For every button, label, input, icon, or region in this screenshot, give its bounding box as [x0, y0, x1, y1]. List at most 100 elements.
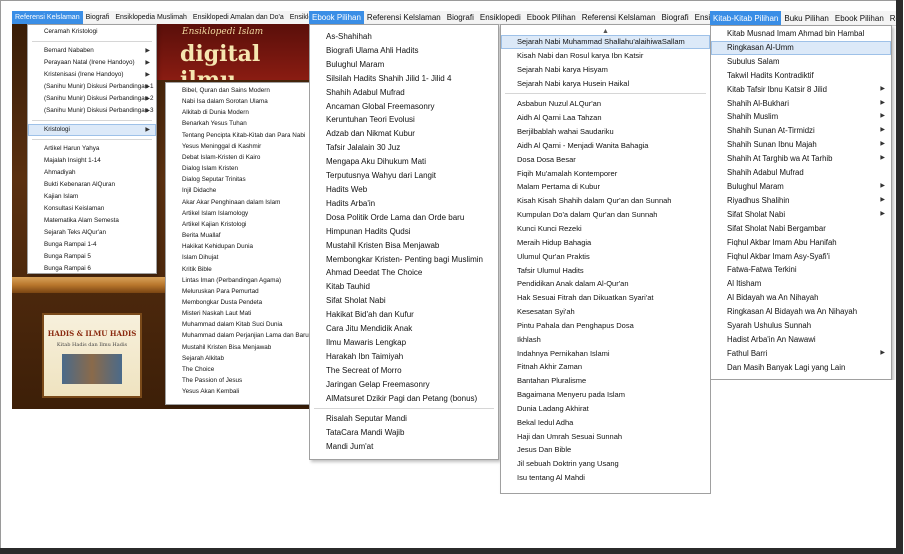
- menu-item-shahih-adabul-mufrad[interactable]: Shahih Adabul Mufrad: [711, 166, 891, 180]
- menu-item-indahnya-pernikahan-islami[interactable]: Indahnya Pernikahan Islami: [501, 347, 710, 361]
- menu-item-cara-jitu-mendidik-anak[interactable]: Cara Jitu Mendidik Anak: [310, 322, 498, 336]
- menubar-item-ensiklopedi-amalan-dan-do-a[interactable]: Ensiklopedi Amalan dan Do'a: [190, 11, 287, 24]
- menu-item-bukti-kebenaran-alquran[interactable]: Bukti Kebenaran AlQuran: [28, 179, 156, 191]
- menu-item-akar-akar-penghinaan-dalam-islam[interactable]: Akar Akar Penghinaan dalam Islam: [166, 197, 309, 208]
- menu-item-fathul-barri[interactable]: Fathul Barri ▶: [711, 347, 891, 361]
- menu-item-berjilbablah-wahai-saudariku[interactable]: Berjilbablah wahai Saudariku: [501, 125, 710, 139]
- menu-item-malam-pertama-di-kubur[interactable]: Malam Pertama di Kubur: [501, 180, 710, 194]
- menu-item-dosa-dosa-besar[interactable]: Dosa Dosa Besar: [501, 153, 710, 167]
- menu-item-terputusnya-wahyu-dari-langit[interactable]: Terputusnya Wahyu dari Langit: [310, 169, 498, 183]
- menubar-item-biografi[interactable]: Biografi: [83, 11, 113, 24]
- menu-item-mandi-jum-at[interactable]: Mandi Jum'at: [310, 440, 498, 454]
- menu-item-mustahil-kristen-bisa-menjawab[interactable]: Mustahil Kristen Bisa Menjawab: [310, 239, 498, 253]
- menu-item-al-itisham[interactable]: Al Itisham: [711, 277, 891, 291]
- menu-item-kristenisasi-irene-handoyo[interactable]: Kristenisasi (Irene Handoyo) ▶: [28, 69, 156, 81]
- menu-item-bantahan-pluralisme[interactable]: Bantahan Pluralisme: [501, 374, 710, 388]
- menu-item-jaringan-gelap-freemasonry[interactable]: Jaringan Gelap Freemasonry: [310, 378, 498, 392]
- menu-item-himpunan-hadits-qudsi[interactable]: Himpunan Hadits Qudsi: [310, 225, 498, 239]
- menu-item-dosa-politik-orde-lama-dan-orde-baru[interactable]: Dosa Politik Orde Lama dan Orde baru: [310, 211, 498, 225]
- menu-item-berita-muallaf[interactable]: Berita Muallaf: [166, 230, 309, 241]
- menu-item-meraih-hidup-bahagia[interactable]: Meraih Hidup Bahagia: [501, 236, 710, 250]
- menu-item-jesus-dan-bible[interactable]: Jesus Dan Bible: [501, 443, 710, 457]
- menu-item-misteri-naskah-laut-mati[interactable]: Misteri Naskah Laut Mati: [166, 308, 309, 319]
- menubar-item-ebook-pilihan[interactable]: Ebook Pilihan: [832, 11, 887, 25]
- menu-item-harakah-ibn-taimiyah[interactable]: Harakah Ibn Taimiyah: [310, 350, 498, 364]
- menu-item-tatacara-mandi-wajib[interactable]: TataCara Mandi Wajib: [310, 426, 498, 440]
- menu-item-yesus-meninggal-di-kashmir[interactable]: Yesus Meninggal di Kashmir: [166, 141, 309, 152]
- menu-item-nabi-isa-dalam-sorotan-ulama[interactable]: Nabi Isa dalam Sorotan Ulama: [166, 96, 309, 107]
- menu-item-kitab-musnad-imam-ahmad-bin-hambal[interactable]: Kitab Musnad Imam Ahmad bin Hambal: [711, 27, 891, 41]
- menu-item-bulughul-maram[interactable]: Bulughul Maram: [310, 58, 498, 72]
- menu-item-mengapa-aku-dihukum-mati[interactable]: Mengapa Aku Dihukum Mati: [310, 155, 498, 169]
- menu-item-hakikat-kehidupan-dunia[interactable]: Hakikat Kehidupan Dunia: [166, 241, 309, 252]
- menu-item-ancaman-global-freemasonry[interactable]: Ancaman Global Freemasonry: [310, 100, 498, 114]
- menu-item-sanihu-munir-diskusi-perbandingan-3[interactable]: (Sanihu Munir) Diskusi Perbandingan 3 ▶: [28, 105, 156, 117]
- menu-item-fiqih-mu-amalah-kontemporer[interactable]: Fiqih Mu'amalah Kontemporer: [501, 167, 710, 181]
- menu-item-sejarah-teks-alqur-an[interactable]: Sejarah Teks AlQur'an: [28, 227, 156, 239]
- menu-item-sifat-sholat-nabi[interactable]: Sifat Sholat Nabi ▶: [711, 208, 891, 222]
- menu-item-shahih-at-targhib-wa-at-tarhib[interactable]: Shahih At Targhib wa At Tarhib ▶: [711, 152, 891, 166]
- menubar-item-buku-pilihan[interactable]: Buku Pilihan: [781, 11, 831, 25]
- menu-item-debat-islam-kristen-di-kairo[interactable]: Debat Islam-Kristen di Kairo: [166, 152, 309, 163]
- menu-item-shahih-sunan-ibnu-majah[interactable]: Shahih Sunan Ibnu Majah ▶: [711, 138, 891, 152]
- menu-item-kunci-kunci-rezeki[interactable]: Kunci Kunci Rezeki: [501, 222, 710, 236]
- menu-item-biografi-ulama-ahli-hadits[interactable]: Biografi Ulama Ahli Hadits: [310, 44, 498, 58]
- menu-item-mustahil-kristen-bisa-menjawab[interactable]: Mustahil Kristen Bisa Menjawab: [166, 342, 309, 353]
- menu-item-pendidikan-anak-dalam-al-qur-an[interactable]: Pendidikan Anak dalam Al-Qur'an: [501, 277, 710, 291]
- menu-item-benarkah-yesus-tuhan[interactable]: Benarkah Yesus Tuhan: [166, 118, 309, 129]
- menu-item-fitnah-akhir-zaman[interactable]: Fitnah Akhir Zaman: [501, 360, 710, 374]
- menu-item-al-bidayah-wa-an-nihayah[interactable]: Al Bidayah wa An Nihayah: [711, 291, 891, 305]
- menu-item-silsilah-hadits-shahih-jilid-1-jilid-4[interactable]: Silsilah Hadits Shahih Jilid 1- Jilid 4: [310, 72, 498, 86]
- menu-item-konsultasi-keislaman[interactable]: Konsultasi Keislaman: [28, 203, 156, 215]
- menu-item-ahmadiyah[interactable]: Ahmadiyah: [28, 167, 156, 179]
- menu-item-bernard-nababen[interactable]: Bernard Nababen ▶: [28, 45, 156, 57]
- menu-item-ahmad-deedat-the-choice[interactable]: Ahmad Deedat The Choice: [310, 266, 498, 280]
- menu-item-kumpulan-do-a-dalam-qur-an-dan-sunnah[interactable]: Kumpulan Do'a dalam Qur'an dan Sunnah: [501, 208, 710, 222]
- menubar-item-kitab-kitab-pilihan[interactable]: Kitab-Kitab Pilihan: [710, 11, 782, 25]
- menu-item-sifat-sholat-nabi-bergambar[interactable]: Sifat Sholat Nabi Bergambar: [711, 222, 891, 236]
- menu-item-islam-dihujat[interactable]: Islam Dihujat: [166, 252, 309, 263]
- menu-item-bibel-quran-dan-sains-modern[interactable]: Bibel, Quran dan Sains Modern: [166, 85, 309, 96]
- menu-item-asbabun-nuzul-alqur-an[interactable]: Asbabun Nuzul ALQur'an: [501, 97, 710, 111]
- menubar-item-ensiklopedia-mu[interactable]: Ensiklopedia Mu: [692, 11, 711, 24]
- menu-item-kisah-kisah-shahih-dalam-qur-an-dan-sunn[interactable]: Kisah Kisah Shahih dalam Qur'an dan Sunn…: [501, 194, 710, 208]
- menu-item-artikel-islam-islamology[interactable]: Artikel Islam Islamology: [166, 208, 309, 219]
- menu-item-muhammad-dalam-kitab-suci-dunia[interactable]: Muhammad dalam Kitab Suci Dunia: [166, 319, 309, 330]
- menu-item-lintas-iman-perbandingan-agama[interactable]: Lintas Iman (Perbandingan Agama): [166, 275, 309, 286]
- menu-item-pintu-pahala-dan-penghapus-dosa[interactable]: Pintu Pahala dan Penghapus Dosa: [501, 319, 710, 333]
- menu-item-the-choice[interactable]: The Choice: [166, 364, 309, 375]
- menu-item-aidh-al-qarni-menjadi-wanita-bahagia[interactable]: Aidh Al Qarni - Menjadi Wanita Bahagia: [501, 139, 710, 153]
- menu-item-ikhlash[interactable]: Ikhlash: [501, 333, 710, 347]
- menu-item-sejarah-nabi-karya-husein-haikal[interactable]: Sejarah Nabi karya Husein Haikal: [501, 77, 710, 91]
- menu-item-kesesatan-syi-ah[interactable]: Kesesatan Syi'ah: [501, 305, 710, 319]
- menu-item-bagaimana-menyeru-pada-islam[interactable]: Bagaimana Menyeru pada Islam: [501, 388, 710, 402]
- menu-item-tafsir-ulumul-hadits[interactable]: Tafsir Ulumul Hadits: [501, 264, 710, 278]
- menu-item-ringkasan-al-bidayah-wa-an-nihayah[interactable]: Ringkasan Al Bidayah wa An Nihayah: [711, 305, 891, 319]
- menu-item-hak-sesuai-fitrah-dan-dikuatkan-syari-at[interactable]: Hak Sesuai Fitrah dan Dikuatkan Syari'at: [501, 291, 710, 305]
- menu-item-artikel-kajian-kristologi[interactable]: Artikel Kajian Kristologi: [166, 219, 309, 230]
- menubar-item-referensi-kelslaman[interactable]: Referensi Kelslaman: [579, 11, 659, 24]
- menu-item-adzab-dan-nikmat-kubur[interactable]: Adzab dan Nikmat Kubur: [310, 127, 498, 141]
- menu-item-muhammad-dalam-perjanjian-lama-dan-baru[interactable]: Muhammad dalam Perjanjian Lama dan Baru: [166, 330, 309, 341]
- menubar-item-ensiklopedi-haji[interactable]: Ensiklopedi Haji: [287, 11, 310, 24]
- menu-item-ceramah-kristologi[interactable]: Ceramah Kristologi: [28, 26, 156, 38]
- menu-item-perayaan-natal-irene-handoyo[interactable]: Perayaan Natal (Irene Handoyo) ▶: [28, 57, 156, 69]
- menu-item-dialog-islam-kristen[interactable]: Dialog Islam Kristen: [166, 163, 309, 174]
- menu-item-riyadhus-shalihin[interactable]: Riyadhus Shalihin ▶: [711, 194, 891, 208]
- menu-item-meluruskan-para-pemurtad[interactable]: Meluruskan Para Pemurtad: [166, 286, 309, 297]
- menu-item-sanihu-munir-diskusi-perbandingan-2[interactable]: (Sanihu Munir) Diskusi Perbandingan 2 ▶: [28, 93, 156, 105]
- menu-item-jil-sebuah-doktrin-yang-usang[interactable]: Jil sebuah Doktrin yang Usang: [501, 457, 710, 471]
- menubar-item-biografi[interactable]: Biografi: [444, 11, 477, 24]
- menu-item-sejarah-nabi-muhammad-shallahu-alaihiwas[interactable]: Sejarah Nabi Muhammad Shallahu'alaihiwaS…: [501, 35, 710, 49]
- menu-item-dunia-ladang-akhirat[interactable]: Dunia Ladang Akhirat: [501, 402, 710, 416]
- menu-item-syarah-ushulus-sunnah[interactable]: Syarah Ushulus Sunnah: [711, 319, 891, 333]
- menu-item-artikel-harun-yahya[interactable]: Artikel Harun Yahya: [28, 143, 156, 155]
- menu-item-keruntuhan-teori-evolusi[interactable]: Keruntuhan Teori Evolusi: [310, 113, 498, 127]
- menubar-item-ebook-pilihan[interactable]: Ebook Pilihan: [309, 11, 364, 24]
- menu-item-shahih-adabul-mufrad[interactable]: Shahih Adabul Mufrad: [310, 86, 498, 100]
- menu-item-risalah-seputar-mandi[interactable]: Risalah Seputar Mandi: [310, 412, 498, 426]
- menu-item-matematika-alam-semesta[interactable]: Matematika Alam Semesta: [28, 215, 156, 227]
- menu-item-shahih-sunan-at-tirmidzi[interactable]: Shahih Sunan At-Tirmidzi ▶: [711, 124, 891, 138]
- menu-item-haji-dan-umrah-sesuai-sunnah[interactable]: Haji dan Umrah Sesuai Sunnah: [501, 430, 710, 444]
- menu-item-the-passion-of-jesus[interactable]: The Passion of Jesus: [166, 375, 309, 386]
